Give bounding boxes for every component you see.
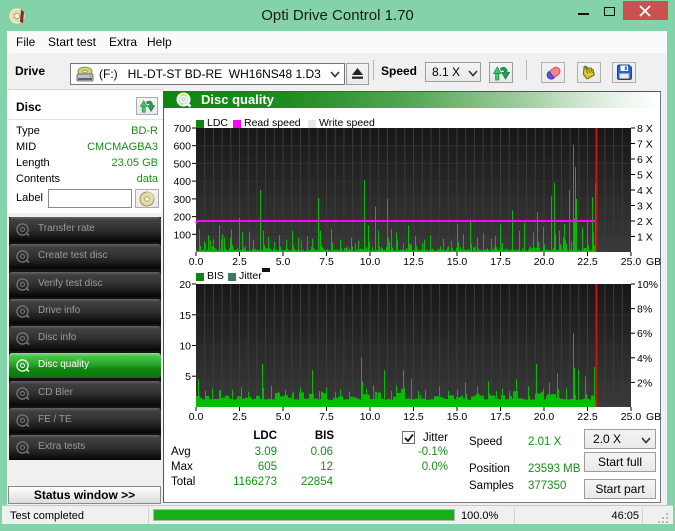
svg-text:22.5: 22.5	[577, 411, 598, 423]
svg-text:20: 20	[179, 279, 191, 291]
svg-text:15.0: 15.0	[447, 256, 468, 268]
svg-text:10.0: 10.0	[360, 411, 381, 423]
svg-text:7.5: 7.5	[319, 411, 334, 423]
svg-text:5 X: 5 X	[637, 170, 653, 182]
svg-text:6%: 6%	[637, 328, 652, 340]
svg-text:4%: 4%	[637, 353, 652, 365]
svg-text:5.0: 5.0	[276, 411, 291, 423]
svg-text:10: 10	[179, 341, 191, 353]
svg-text:700: 700	[173, 123, 191, 135]
svg-text:25.0: 25.0	[621, 256, 642, 268]
svg-text:17.5: 17.5	[490, 411, 511, 423]
svg-text:200: 200	[173, 212, 191, 224]
svg-text:10.0: 10.0	[360, 256, 381, 268]
svg-text:2%: 2%	[637, 377, 652, 389]
svg-text:3 X: 3 X	[637, 201, 653, 213]
svg-text:2 X: 2 X	[637, 216, 653, 228]
svg-text:7 X: 7 X	[637, 139, 653, 151]
svg-text:4 X: 4 X	[637, 185, 653, 197]
svg-text:400: 400	[173, 176, 191, 188]
svg-text:0.0: 0.0	[189, 256, 204, 268]
svg-text:7.5: 7.5	[319, 256, 334, 268]
svg-text:8 X: 8 X	[637, 123, 653, 135]
svg-text:15: 15	[179, 310, 191, 322]
svg-text:1 X: 1 X	[637, 232, 653, 244]
svg-text:0.0: 0.0	[189, 411, 204, 423]
svg-text:500: 500	[173, 158, 191, 170]
svg-text:20.0: 20.0	[534, 256, 555, 268]
svg-text:20.0: 20.0	[534, 411, 555, 423]
svg-text:10%: 10%	[637, 279, 658, 291]
svg-text:GB: GB	[646, 256, 661, 268]
svg-text:300: 300	[173, 194, 191, 206]
svg-text:25.0: 25.0	[621, 411, 642, 423]
svg-text:15.0: 15.0	[447, 411, 468, 423]
svg-text:2.5: 2.5	[232, 411, 247, 423]
svg-text:12.5: 12.5	[403, 256, 424, 268]
svg-text:6 X: 6 X	[637, 154, 653, 166]
svg-text:GB: GB	[646, 411, 661, 423]
svg-text:600: 600	[173, 141, 191, 153]
svg-text:5.0: 5.0	[276, 256, 291, 268]
svg-text:12.5: 12.5	[403, 411, 424, 423]
svg-text:100: 100	[173, 229, 191, 241]
svg-text:17.5: 17.5	[490, 256, 511, 268]
svg-text:22.5: 22.5	[577, 256, 598, 268]
svg-text:5: 5	[185, 371, 191, 383]
svg-text:2.5: 2.5	[232, 256, 247, 268]
svg-text:8%: 8%	[637, 304, 652, 316]
